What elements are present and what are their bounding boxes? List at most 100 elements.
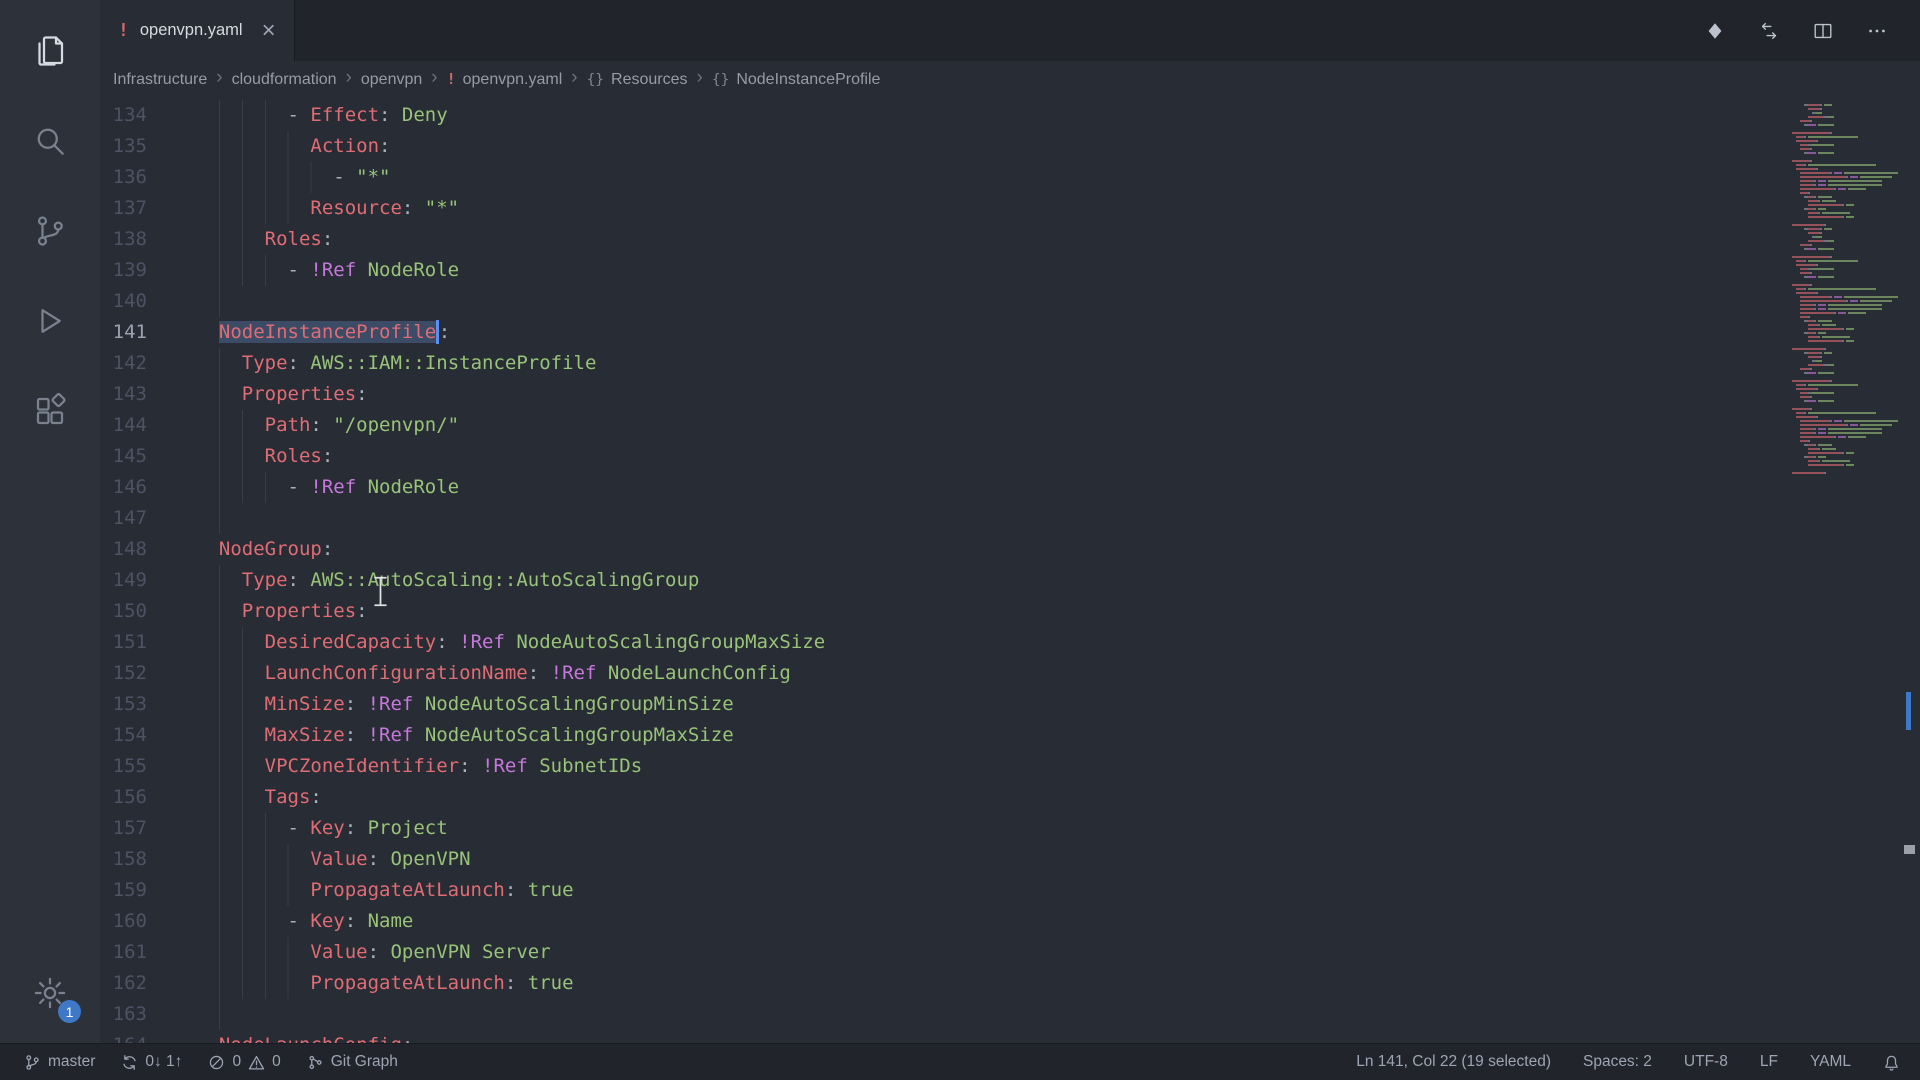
code-line-text[interactable]: MinSize: !Ref NodeAutoScalingGroupMinSiz… [196,689,1782,720]
code-line-text[interactable]: - !Ref NodeRole [196,472,1782,503]
line-number[interactable]: 146 [100,472,196,503]
status-notifications[interactable] [1883,1054,1900,1071]
activity-bar-item-source-control[interactable] [0,186,100,276]
line-number[interactable]: 157 [100,813,196,844]
line-number[interactable]: 134 [100,100,196,131]
code-line-text[interactable]: - Effect: Deny [196,100,1782,131]
line-number[interactable]: 162 [100,968,196,999]
code-line-text[interactable]: - Key: Name [196,906,1782,937]
line-number[interactable]: 137 [100,193,196,224]
split-editor-button[interactable] [1806,14,1840,48]
code-line-text[interactable]: Properties: [196,596,1782,627]
code-line-text[interactable]: NodeGroup: [196,534,1782,565]
close-icon[interactable]: × [262,19,276,43]
activity-bar-item-search[interactable] [0,96,100,186]
line-number[interactable]: 161 [100,937,196,968]
status-eol[interactable]: LF [1760,1053,1778,1071]
code-line-text[interactable]: DesiredCapacity: !Ref NodeAutoScalingGro… [196,627,1782,658]
code-line-text[interactable]: Type: AWS::AutoScaling::AutoScalingGroup [196,565,1782,596]
status-language[interactable]: YAML [1810,1053,1851,1071]
line-number[interactable]: 152 [100,658,196,689]
line-number[interactable]: 143 [100,379,196,410]
activity-bar-item-extensions[interactable] [0,366,100,456]
code-token [196,662,265,684]
activity-bar-item-settings[interactable]: 1 [0,951,100,1035]
breadcrumb-item-cloudformation[interactable]: cloudformation [230,71,339,89]
line-number[interactable]: 148 [100,534,196,565]
open-changes-button[interactable] [1752,14,1786,48]
breadcrumb-item-infrastructure[interactable]: Infrastructure [111,71,209,89]
line-number[interactable]: 144 [100,410,196,441]
code-line-text[interactable]: Value: OpenVPN Server [196,937,1782,968]
code-line-text[interactable]: Action: [196,131,1782,162]
line-number[interactable]: 147 [100,503,196,534]
line-number[interactable]: 136 [100,162,196,193]
code-line-text[interactable]: Roles: [196,224,1782,255]
code-line-text[interactable]: Properties: [196,379,1782,410]
code-token: - [196,910,310,932]
code-line-text[interactable]: Tags: [196,782,1782,813]
line-number[interactable]: 155 [100,751,196,782]
status-git-graph[interactable]: Git Graph [307,1053,398,1071]
more-actions-button[interactable] [1860,14,1894,48]
code-line-text[interactable] [196,503,1782,534]
line-number[interactable]: 142 [100,348,196,379]
activity-bar-item-explorer[interactable] [0,6,100,96]
minimap-line [1788,300,1898,302]
status-encoding[interactable]: UTF-8 [1684,1053,1728,1071]
status-cursor-position[interactable]: Ln 141, Col 22 (19 selected) [1356,1053,1551,1071]
code-line-text[interactable]: PropagateAtLaunch: true [196,968,1782,999]
line-number[interactable]: 135 [100,131,196,162]
code-line-text[interactable]: LaunchConfigurationName: !Ref NodeLaunch… [196,658,1782,689]
run-marker-button[interactable] [1698,14,1732,48]
line-number[interactable]: 151 [100,627,196,658]
line-number[interactable]: 156 [100,782,196,813]
line-number[interactable]: 150 [100,596,196,627]
code-line-text[interactable]: Roles: [196,441,1782,472]
line-number[interactable]: 138 [100,224,196,255]
code-line-text[interactable]: - !Ref NodeRole [196,255,1782,286]
code-line-text[interactable]: MaxSize: !Ref NodeAutoScalingGroupMaxSiz… [196,720,1782,751]
tab-openvpn-yaml[interactable]: !openvpn.yaml× [100,0,295,61]
line-number[interactable]: 145 [100,441,196,472]
line-number[interactable]: 149 [100,565,196,596]
breadcrumb-item-openvpn-yaml[interactable]: !openvpn.yaml [445,71,565,89]
code-line-text[interactable]: Path: "/openvpn/" [196,410,1782,441]
status-problems[interactable]: 00 [208,1053,280,1071]
line-number[interactable]: 160 [100,906,196,937]
breadcrumb-item-nodeinstanceprofile[interactable]: {}NodeInstanceProfile [710,71,883,89]
code-line-text[interactable]: Value: OpenVPN [196,844,1782,875]
line-number[interactable]: 158 [100,844,196,875]
status-branch[interactable]: master [24,1053,95,1071]
minimap-token [1810,284,1812,286]
overview-ruler[interactable] [1898,98,1920,1043]
line-number[interactable]: 154 [100,720,196,751]
line-number[interactable]: 140 [100,286,196,317]
status-indentation[interactable]: Spaces: 2 [1583,1053,1652,1071]
activity-bar-item-run-debug[interactable] [0,276,100,366]
line-number[interactable]: 141 [100,317,196,348]
code-line-text[interactable]: VPCZoneIdentifier: !Ref SubnetIDs [196,751,1782,782]
code-line-text[interactable] [196,286,1782,317]
code-editor[interactable]: 134 - Effect: Deny135 Action:136 - "*"13… [100,98,1920,1043]
code-line-text[interactable]: NodeLaunchConfig: [196,1030,1782,1043]
line-number[interactable]: 159 [100,875,196,906]
code-line-text[interactable]: PropagateAtLaunch: true [196,875,1782,906]
minimap-token [1846,216,1854,218]
line-number[interactable]: 139 [100,255,196,286]
code-line-text[interactable] [196,999,1782,1030]
code-line-text[interactable]: - Key: Project [196,813,1782,844]
code-line-text[interactable]: NodeInstanceProfile: [196,317,1782,348]
breadcrumb-item-resources[interactable]: {}Resources [585,71,690,89]
code-line: 143 Properties: [100,379,1782,410]
status-sync[interactable]: 0↓ 1↑ [121,1053,182,1071]
minimap[interactable] [1782,104,1898,1043]
code-line-text[interactable]: Type: AWS::IAM::InstanceProfile [196,348,1782,379]
code-line-text[interactable]: - "*" [196,162,1782,193]
breadcrumb-item-openvpn[interactable]: openvpn [359,71,424,89]
line-number[interactable]: 164 [100,1030,196,1043]
line-number[interactable]: 163 [100,999,196,1030]
line-number[interactable]: 153 [100,689,196,720]
code-line-text[interactable]: Resource: "*" [196,193,1782,224]
code-line: 158 Value: OpenVPN [100,844,1782,875]
